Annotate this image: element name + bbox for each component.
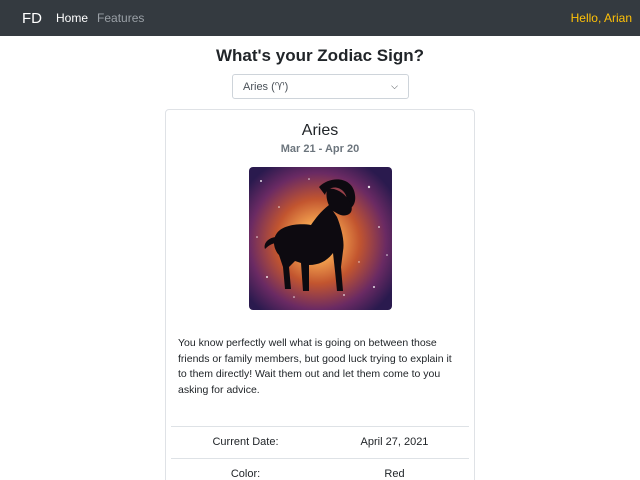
- nav-link-features[interactable]: Features: [97, 11, 144, 25]
- color-value: Red: [384, 468, 405, 480]
- chevron-down-icon: ⌵: [391, 81, 398, 91]
- current-date-value: April 27, 2021: [360, 436, 429, 448]
- card-dates: Mar 21 - Apr 20: [280, 143, 360, 155]
- color-label: Color:: [230, 468, 261, 480]
- aries-ram-image: [249, 167, 392, 310]
- page-title: What's your Zodiac Sign?: [215, 46, 425, 65]
- zodiac-select-value: Aries (♈): [243, 81, 289, 93]
- info-row-current-date: Current Date: April 27, 2021: [171, 426, 469, 457]
- nav-link-home[interactable]: Home: [56, 11, 88, 25]
- info-row-color: Color: Red: [171, 458, 469, 480]
- horoscope-description: You know perfectly well what is going on…: [178, 337, 452, 396]
- card-title: Aries: [301, 122, 339, 139]
- ram-icon: [256, 178, 388, 298]
- navbar: FD Home Features Hello, Arian: [0, 0, 640, 36]
- zodiac-card: Aries Mar 21 - Apr 20 You know perfectly…: [165, 109, 475, 480]
- user-greeting: Hello, Arian: [570, 11, 632, 25]
- current-date-label: Current Date:: [212, 436, 279, 448]
- brand-logo[interactable]: FD: [22, 10, 42, 27]
- zodiac-select[interactable]: Aries (♈) ⌵: [232, 74, 409, 99]
